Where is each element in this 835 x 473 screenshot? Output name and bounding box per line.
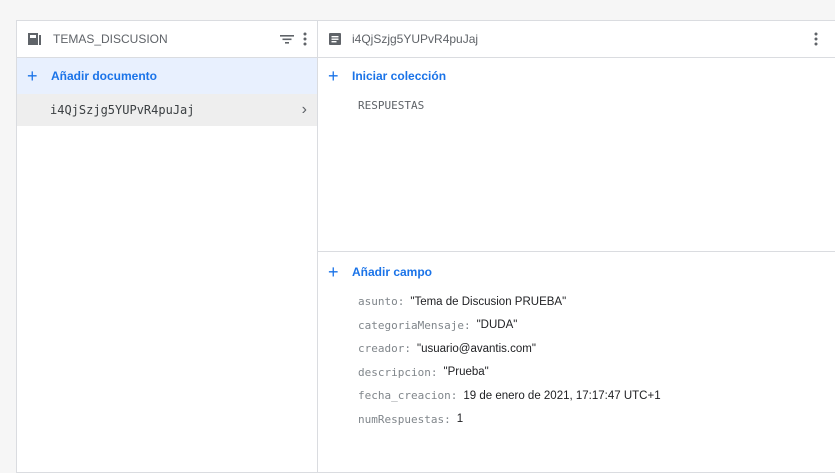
field-value: 1 xyxy=(456,413,464,426)
field-key: asunto: xyxy=(358,295,405,309)
field-row[interactable]: creador: "usuario@avantis.com" xyxy=(318,337,835,361)
fields-section: + Añadir campo asunto: "Tema de Discusio… xyxy=(318,251,835,472)
field-key: categoriaMensaje: xyxy=(358,318,471,332)
field-value: "DUDA" xyxy=(476,319,518,332)
field-key: creador: xyxy=(358,342,411,356)
collection-panel: TEMAS_DISCUSION + Añadir documento i4QjS… xyxy=(16,20,317,473)
add-field-button[interactable]: + Añadir campo xyxy=(318,254,835,290)
field-value: 19 de enero de 2021, 17:17:47 UTC+1 xyxy=(463,389,661,402)
document-id: i4QjSzjg5YUPvR4puJaj xyxy=(50,103,195,117)
plus-icon: + xyxy=(27,66,38,86)
field-value: "Tema de Discusion PRUEBA" xyxy=(410,295,567,308)
add-document-label: Añadir documento xyxy=(51,69,158,83)
field-row[interactable]: categoriaMensaje: "DUDA" xyxy=(318,314,835,338)
document-icon xyxy=(328,32,342,46)
field-row[interactable]: asunto: "Tema de Discusion PRUEBA" xyxy=(318,290,835,314)
filter-icon[interactable] xyxy=(279,33,295,45)
add-field-label: Añadir campo xyxy=(352,265,433,279)
chevron-right-icon: › xyxy=(301,101,307,118)
collection-header: TEMAS_DISCUSION xyxy=(17,21,317,58)
document-header: i4QjSzjg5YUPvR4puJaj xyxy=(318,21,835,58)
add-document-button[interactable]: + Añadir documento xyxy=(17,58,317,94)
document-panel: i4QjSzjg5YUPvR4puJaj + Iniciar colección… xyxy=(317,20,835,473)
field-key: descripcion: xyxy=(358,365,438,379)
document-item[interactable]: i4QjSzjg5YUPvR4puJaj › xyxy=(17,94,317,126)
collection-icon xyxy=(27,32,43,46)
field-value: "Prueba" xyxy=(443,366,489,379)
start-collection-button[interactable]: + Iniciar colección xyxy=(318,58,835,94)
more-options-icon[interactable] xyxy=(303,32,307,46)
more-options-icon[interactable] xyxy=(814,32,818,46)
subcollection-name: RESPUESTAS xyxy=(358,98,425,112)
document-title: i4QjSzjg5YUPvR4puJaj xyxy=(352,32,479,46)
field-key: fecha_creacion: xyxy=(358,389,458,403)
plus-icon: + xyxy=(328,66,339,86)
field-key: numRespuestas: xyxy=(358,412,451,426)
field-row[interactable]: fecha_creacion: 19 de enero de 2021, 17:… xyxy=(318,384,835,408)
start-collection-label: Iniciar colección xyxy=(352,69,447,83)
plus-icon: + xyxy=(328,262,339,282)
field-row[interactable]: numRespuestas: 1 xyxy=(318,408,835,432)
field-value: "usuario@avantis.com" xyxy=(416,342,536,355)
field-row[interactable]: descripcion: "Prueba" xyxy=(318,361,835,385)
collection-title: TEMAS_DISCUSION xyxy=(53,32,168,46)
subcollection-item[interactable]: RESPUESTAS xyxy=(318,94,835,116)
